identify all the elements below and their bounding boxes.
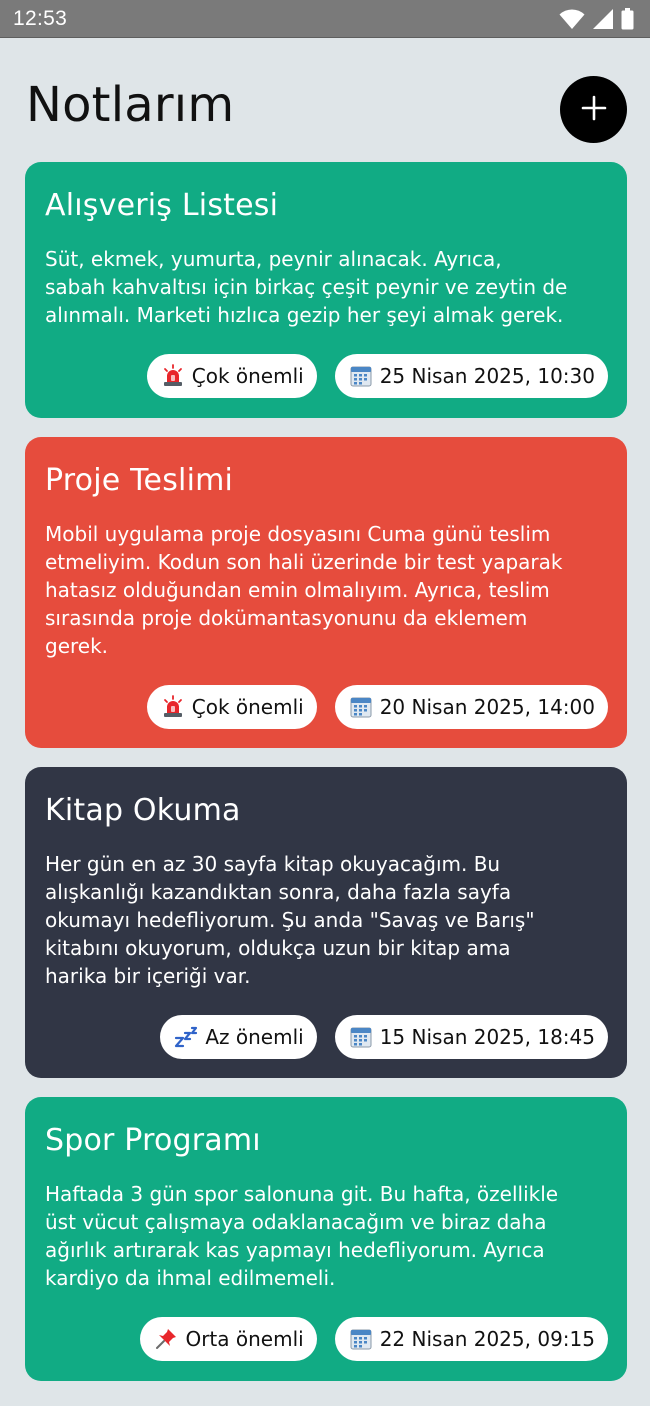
priority-chip: Az önemli xyxy=(160,1015,317,1059)
note-title: Spor Programı xyxy=(45,1123,261,1158)
note-title: Kitap Okuma xyxy=(45,793,241,828)
calendar-icon xyxy=(349,1025,373,1049)
status-icons xyxy=(559,7,634,30)
priority-chip: Orta önemli xyxy=(140,1317,317,1361)
priority-label: Orta önemli xyxy=(185,1327,304,1351)
siren-icon xyxy=(161,695,185,719)
date-chip: 25 Nisan 2025, 10:30 xyxy=(334,354,608,398)
note-body: Süt, ekmek, yumurta, peynir alınacak. Ay… xyxy=(45,247,568,327)
note-card[interactable]: Kitap Okuma Her gün en az 30 sayfa kitap… xyxy=(25,767,627,1078)
date-label: 15 Nisan 2025, 18:45 xyxy=(379,1025,595,1049)
date-chip: 15 Nisan 2025, 18:45 xyxy=(334,1015,608,1059)
add-note-button[interactable] xyxy=(560,76,627,143)
note-card[interactable]: Proje Teslimi Mobil uygulama proje dosya… xyxy=(25,437,627,748)
note-meta: Az önemli 15 Nisan 2025, 18:45 xyxy=(160,1015,608,1059)
date-chip: 22 Nisan 2025, 09:15 xyxy=(334,1317,608,1361)
calendar-icon xyxy=(349,364,373,388)
date-label: 20 Nisan 2025, 14:00 xyxy=(379,695,595,719)
note-body: Haftada 3 gün spor salonuna git. Bu haft… xyxy=(45,1182,559,1290)
note-title: Alışveriş Listesi xyxy=(45,188,279,223)
status-time: 12:53 xyxy=(13,6,68,30)
plus-icon xyxy=(581,95,607,125)
note-meta: Çok önemli 25 Nisan 2025, 10:30 xyxy=(146,354,608,398)
calendar-icon xyxy=(349,695,373,719)
header: Notlarım xyxy=(0,38,650,162)
date-label: 22 Nisan 2025, 09:15 xyxy=(379,1327,595,1351)
priority-label: Çok önemli xyxy=(191,695,304,719)
calendar-icon xyxy=(349,1327,373,1351)
signal-icon xyxy=(592,8,614,30)
priority-label: Az önemli xyxy=(205,1025,304,1049)
siren-icon xyxy=(161,364,185,388)
priority-chip: Çok önemli xyxy=(146,685,317,729)
zzz-icon xyxy=(174,1025,198,1049)
date-chip: 20 Nisan 2025, 14:00 xyxy=(334,685,608,729)
note-title: Proje Teslimi xyxy=(45,463,234,498)
wifi-icon xyxy=(559,8,585,30)
priority-chip: Çok önemli xyxy=(146,354,317,398)
note-card[interactable]: Spor Programı Haftada 3 gün spor salonun… xyxy=(25,1097,627,1381)
note-meta: Orta önemli 22 Nisan 2025, 09:15 xyxy=(140,1317,608,1361)
priority-label: Çok önemli xyxy=(191,364,304,388)
note-meta: Çok önemli 20 Nisan 2025, 14:00 xyxy=(146,685,608,729)
note-card[interactable]: Alışveriş Listesi Süt, ekmek, yumurta, p… xyxy=(25,162,627,418)
date-label: 25 Nisan 2025, 10:30 xyxy=(379,364,595,388)
note-body: Mobil uygulama proje dosyasını Cuma günü… xyxy=(45,522,563,658)
page-title: Notlarım xyxy=(26,77,235,133)
note-body: Her gün en az 30 sayfa kitap okuyacağım.… xyxy=(45,852,535,988)
pushpin-icon xyxy=(154,1327,178,1351)
battery-icon xyxy=(621,7,634,30)
status-bar: 12:53 xyxy=(0,0,650,38)
